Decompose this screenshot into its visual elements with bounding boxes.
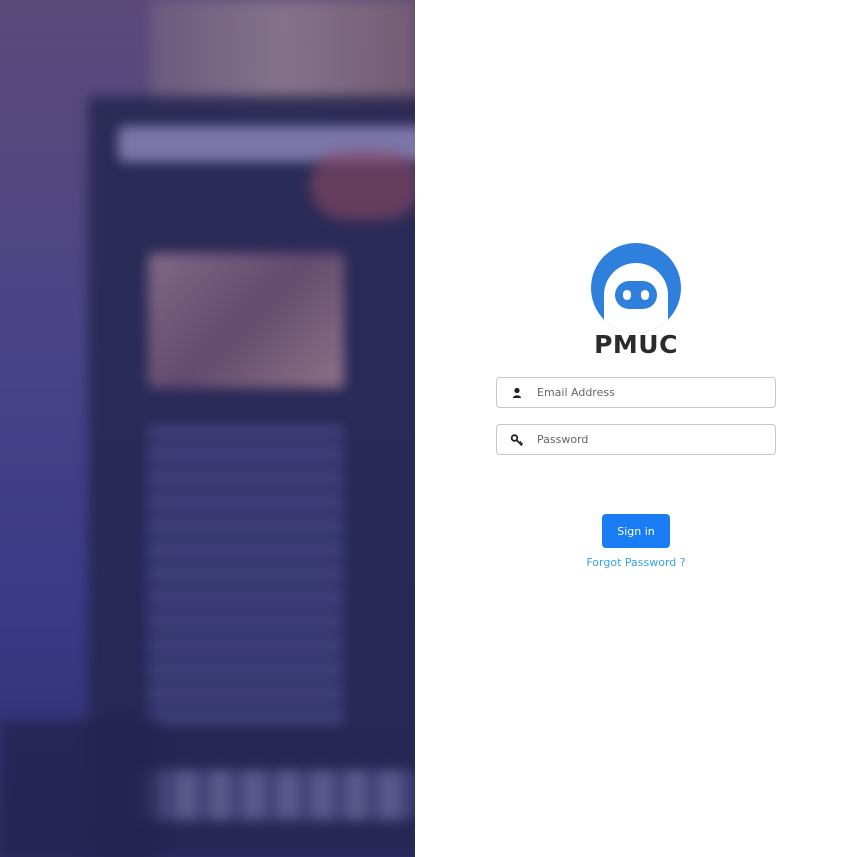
robot-eye-left <box>623 290 631 300</box>
email-field-wrapper <box>496 377 776 408</box>
login-page: PMUC Sign in Forgot Password ? <box>0 0 857 857</box>
sign-in-button[interactable]: Sign in <box>602 514 670 548</box>
robot-visor <box>615 281 657 309</box>
user-icon <box>510 385 524 399</box>
password-input[interactable] <box>537 425 767 454</box>
robot-eye-right <box>641 290 649 300</box>
background-blur-top <box>150 0 415 110</box>
background-blur-list <box>148 425 344 725</box>
background-blur-thumbnail <box>148 253 344 388</box>
email-input[interactable] <box>537 378 767 407</box>
background-blur-bottom <box>140 770 415 820</box>
background-image-panel <box>0 0 415 857</box>
key-icon <box>510 432 524 447</box>
robot-icon <box>591 243 681 333</box>
background-blur-corner <box>0 720 160 857</box>
brand-title: PMUC <box>594 330 678 359</box>
password-field-wrapper <box>496 424 776 455</box>
background-blur-glow <box>310 150 415 220</box>
login-panel: PMUC Sign in Forgot Password ? <box>415 0 857 857</box>
forgot-password-link[interactable]: Forgot Password ? <box>415 556 857 569</box>
